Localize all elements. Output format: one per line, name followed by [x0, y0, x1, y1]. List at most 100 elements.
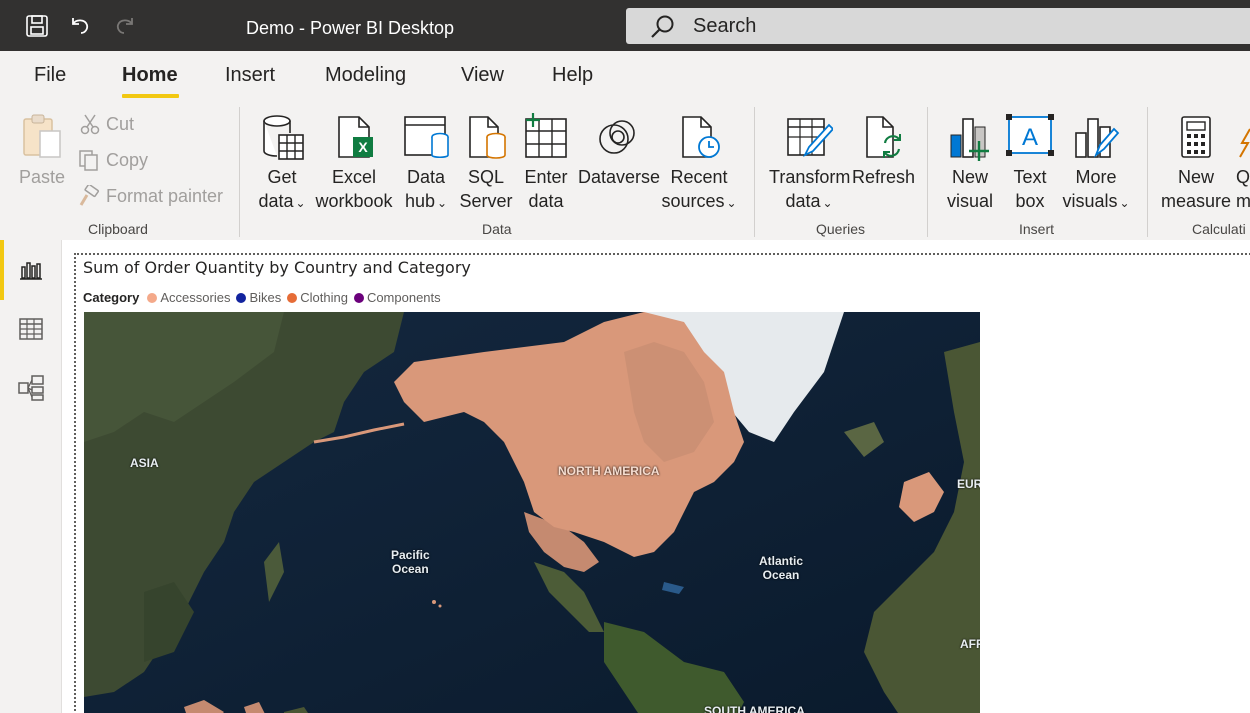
recent-sources-label-2: sources	[661, 191, 725, 211]
recent-sources-button[interactable]: Recent sources ⌄	[660, 111, 738, 215]
chevron-down-icon: ⌄	[436, 196, 448, 210]
data-view-icon[interactable]	[16, 314, 46, 344]
sql-server-label-2: Server	[459, 191, 513, 211]
map-label-asia: ASIA	[130, 456, 159, 470]
quick-measure-label-2: m	[1236, 191, 1250, 211]
atlantic-label-line-2: Ocean	[762, 568, 800, 582]
excel-workbook-button[interactable]: X Excel workbook	[314, 111, 394, 213]
calculator-icon	[1160, 111, 1232, 161]
legend-item[interactable]: Bikes	[236, 290, 281, 305]
paste-button[interactable]: Paste	[18, 111, 66, 189]
model-view-icon[interactable]	[16, 373, 46, 403]
insert-group-label: Insert	[1019, 221, 1055, 237]
new-visual-button[interactable]: New visual	[942, 111, 998, 213]
tab-view[interactable]: View	[461, 64, 504, 87]
new-visual-label-2: visual	[946, 191, 994, 211]
map-label-pacific: Pacific Ocean	[391, 548, 430, 576]
more-visuals-label-1: More	[1075, 167, 1117, 187]
excel-workbook-label-1: Excel	[331, 167, 376, 187]
tab-help[interactable]: Help	[552, 64, 593, 87]
recent-sources-icon	[660, 111, 738, 161]
transform-data-label-1: Transform	[769, 167, 851, 187]
new-visual-icon	[942, 111, 998, 161]
legend-title: Category	[83, 290, 140, 305]
recent-sources-label-1: Recent	[670, 167, 728, 187]
legend-marker	[353, 292, 364, 303]
format-painter-label: Format painter	[106, 185, 224, 206]
tab-modeling[interactable]: Modeling	[325, 64, 406, 87]
database-table-icon	[252, 111, 312, 161]
clipboard-group-label: Clipboard	[88, 221, 148, 237]
excel-workbook-label-2: workbook	[315, 191, 393, 211]
active-view-indicator	[0, 240, 4, 300]
format-painter-icon	[79, 185, 99, 206]
copy-button[interactable]: Copy	[78, 149, 148, 171]
tab-home[interactable]: Home	[122, 64, 178, 87]
map-graphic	[84, 312, 980, 713]
text-box-button[interactable]: A Text box	[1004, 111, 1056, 213]
copy-icon	[79, 150, 98, 171]
data-group-label: Data	[482, 221, 512, 237]
undo-icon[interactable]	[66, 12, 94, 40]
dataverse-label: Dataverse	[578, 167, 661, 187]
map-label-south-america: SOUTH AMERICA	[704, 704, 805, 713]
data-hub-button[interactable]: Data hub ⌄	[398, 111, 454, 215]
refresh-label: Refresh	[852, 167, 916, 187]
lightning-icon	[1236, 111, 1250, 161]
legend-label: Accessories	[160, 290, 231, 305]
sql-server-button[interactable]: SQL Server	[458, 111, 514, 213]
cut-button[interactable]: Cut	[80, 113, 134, 135]
legend-item[interactable]: Accessories	[147, 290, 230, 305]
search-icon	[650, 14, 676, 45]
map-label-africa: AFR	[960, 637, 980, 651]
quick-measure-button[interactable]: Q m	[1236, 111, 1250, 213]
atlantic-label-line-1: Atlantic	[759, 554, 804, 568]
sql-server-label-1: SQL	[467, 167, 505, 187]
ribbon-separator	[754, 107, 755, 237]
map-label-atlantic: Atlantic Ocean	[759, 554, 803, 582]
chevron-down-icon: ⌄	[1119, 196, 1130, 210]
transform-data-button[interactable]: Transform data ⌄	[769, 111, 851, 215]
pacific-label-line-2: Ocean	[392, 562, 429, 576]
enter-data-label-2: data	[528, 191, 564, 211]
tab-file[interactable]: File	[34, 64, 66, 87]
view-switcher	[0, 240, 62, 713]
refresh-icon	[852, 111, 914, 161]
chevron-down-icon: ⌄	[822, 196, 833, 210]
quick-measure-label-1: Q	[1236, 167, 1250, 187]
new-measure-button[interactable]: New measure	[1160, 111, 1232, 213]
report-view-icon[interactable]	[16, 255, 46, 285]
report-canvas: Sum of Order Quantity by Country and Cat…	[62, 240, 1250, 713]
more-visuals-button[interactable]: More visuals ⌄	[1060, 111, 1132, 215]
legend-label: Components	[366, 290, 441, 305]
dataverse-button[interactable]: Dataverse	[578, 111, 661, 189]
legend: Category Accessories Bikes Clothing Comp…	[83, 290, 447, 305]
enter-data-button[interactable]: Enter data	[520, 111, 572, 213]
title-bar: Demo - Power BI Desktop Search	[0, 0, 1250, 51]
copy-label: Copy	[106, 149, 149, 170]
chevron-down-icon: ⌄	[726, 196, 737, 210]
visual-title: Sum of Order Quantity by Country and Cat…	[83, 258, 471, 277]
legend-item[interactable]: Components	[353, 290, 441, 305]
ribbon-separator	[927, 107, 928, 237]
save-icon[interactable]	[23, 12, 51, 40]
redo-icon[interactable]	[111, 12, 139, 40]
search-box[interactable]: Search	[626, 8, 1250, 44]
tab-insert[interactable]: Insert	[225, 64, 275, 87]
chevron-down-icon: ⌄	[295, 196, 306, 210]
calculations-group-label: Calculati	[1192, 221, 1246, 237]
cut-label: Cut	[106, 113, 135, 134]
window-title: Demo - Power BI Desktop	[246, 18, 455, 38]
legend-marker	[236, 292, 247, 303]
format-painter-button[interactable]: Format painter	[78, 185, 223, 207]
text-box-icon: A	[1004, 111, 1056, 161]
data-hub-icon	[398, 111, 454, 161]
map-label-europe: EUR	[957, 477, 980, 491]
map-visual[interactable]: Sum of Order Quantity by Country and Cat…	[74, 253, 1250, 713]
more-visuals-icon	[1060, 111, 1132, 161]
satellite-map[interactable]: ASIA NORTH AMERICA Pacific Ocean Atlanti…	[84, 312, 980, 713]
get-data-button[interactable]: Get data ⌄	[252, 111, 312, 215]
refresh-button[interactable]: Refresh	[852, 111, 916, 189]
legend-item[interactable]: Clothing	[287, 290, 348, 305]
data-hub-label-2: hub	[404, 191, 435, 211]
